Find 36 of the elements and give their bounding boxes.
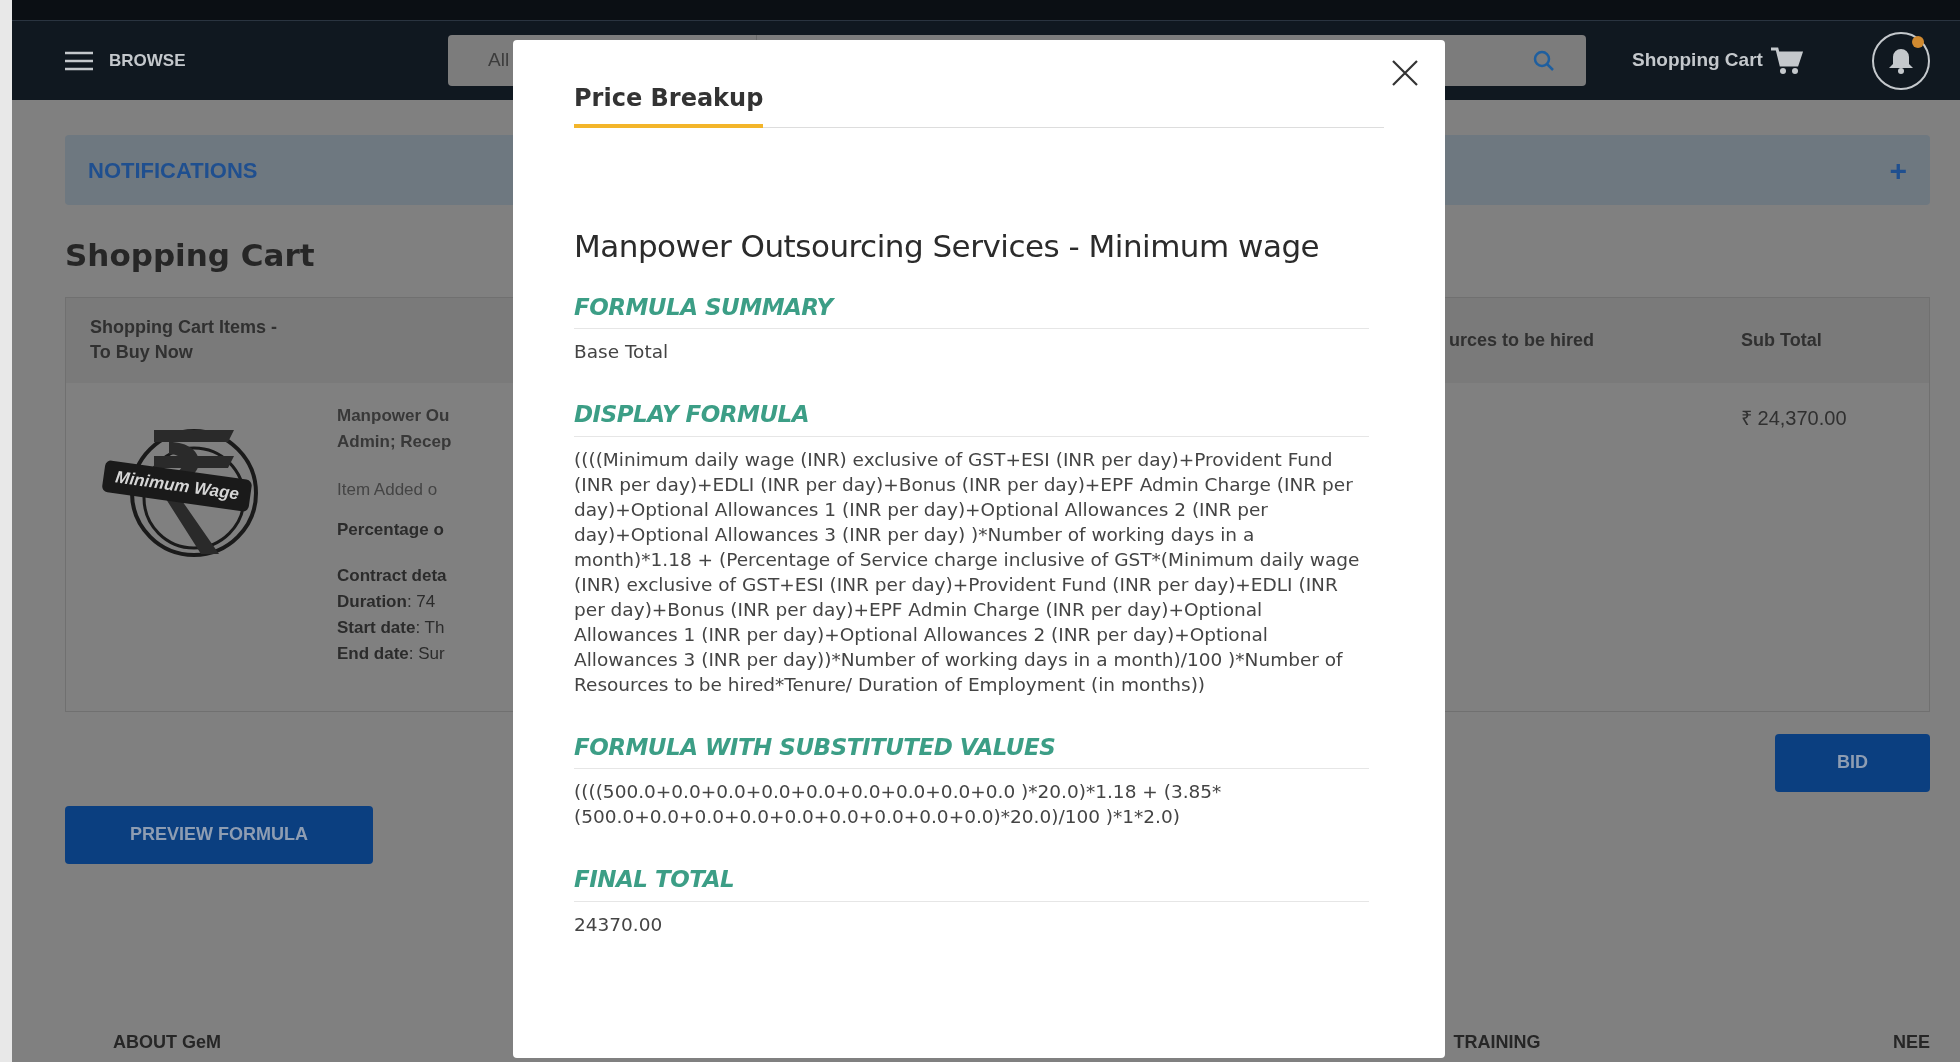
contract-detail: Start date: Th [337, 616, 446, 639]
contract-detail: End date: Sur [337, 642, 446, 665]
menu-icon [65, 50, 93, 71]
contract-detail: Duration: 74 [337, 590, 437, 613]
column-header: Shopping Cart Items - To Buy Now [90, 316, 278, 364]
close-icon [1392, 60, 1418, 86]
close-button[interactable] [1390, 58, 1420, 88]
column-header: urces to be hired [1449, 328, 1596, 352]
shopping-cart-link[interactable]: Shopping Cart [1632, 46, 1803, 75]
section-text: 24370.00 [574, 912, 664, 937]
section-text: ((((Minimum daily wage (INR) exclusive of GST+ESI (INR per day)+Provident Fund (INR per day)+EDLI (INR per day)+Bonus (INR per day)+EPF Admin Charge (INR per day)+Optional Allowances 1 (INR per day)+Optional Allowances 2 (INR per day)+Optional Allowances 3 (INR per day) )*Number of working days in a month)*1.18 + (Percentage of Service charge inclusive of GST*(Minimum daily wage (INR) exclusive of GST+ESI (INR per day)+Provident Fund (INR per day)+EDLI (INR per day)+Bonus (INR per day)+EPF Admin Charge (INR per day)+Optional Allowances 1 (INR per day)+Optional Allowances 2 (INR per day)+Optional Allowances 3 (INR per day))*Number of working days in a month)/100 )*Number of Resources to be hired*Tenure/ Duration of Employment (in months)) [574, 447, 1361, 697]
item-added-note: Item Added o [337, 478, 439, 501]
notifications-button[interactable] [1872, 31, 1930, 90]
tab[interactable]: Price Breakup [574, 80, 764, 128]
item-title: Admin; Recep [337, 430, 453, 453]
page-title: Shopping Cart [65, 236, 315, 275]
section-heading: FORMULA WITH SUBSTITUTED VALUES [574, 729, 1369, 769]
sub-total: ₹ 24,370.00 [1741, 405, 1848, 431]
section-text: Base Total [574, 340, 670, 364]
cart-icon [1770, 46, 1803, 75]
footer-heading[interactable]: NEE [1893, 1031, 1930, 1052]
section-text: ((((500.0+0.0+0.0+0.0+0.0+0.0+0.0+0.0+0.0 )*20.0)*1.18 + (3.85* (500.0+0.0+0.0+0.0+0.0+0.0+0.0+0.0+0.0)*20.0)/100 )*1*2.0) [574, 780, 1223, 829]
footer-heading[interactable]: TRAINING [1453, 1031, 1893, 1052]
section-heading: FINAL TOTAL [574, 862, 1369, 902]
browse-menu-button[interactable]: BROWSE [65, 47, 365, 74]
section-heading: DISPLAY FORMULA [574, 397, 1369, 437]
column-header: Sub Total [1741, 328, 1823, 352]
item-detail: Percentage o [337, 518, 445, 541]
preview-formula-button[interactable]: PREVIEW FORMULA [65, 805, 373, 864]
section-heading: FORMULA SUMMARY [574, 289, 1369, 329]
item-detail: Contract deta [337, 564, 448, 587]
item-title: Manpower Ou [337, 404, 451, 427]
notifications-title: NOTIFICATIONS [88, 156, 258, 185]
bid-button[interactable]: BID [1775, 733, 1930, 792]
bell-icon [1888, 46, 1914, 75]
dialog-title: Manpower Outsourcing Services - Minimum wage [574, 227, 1321, 266]
